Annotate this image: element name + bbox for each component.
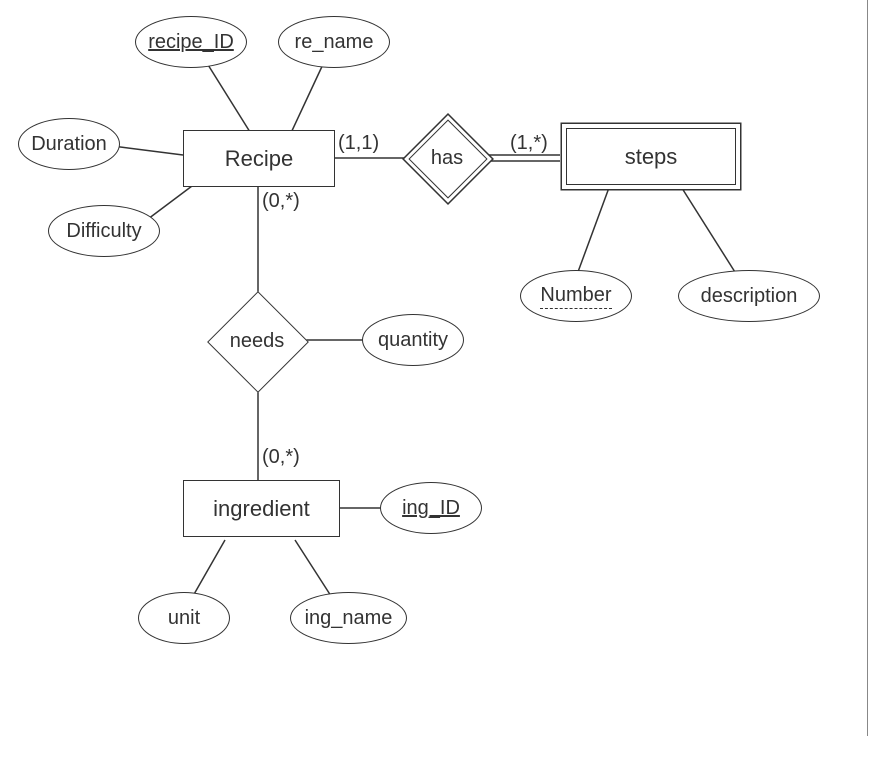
- entity-ingredient: ingredient: [183, 480, 340, 537]
- attr-unit-label: unit: [168, 607, 200, 630]
- card-recipe-has: (1,1): [338, 132, 379, 155]
- attr-recipe-id: recipe_ID: [135, 16, 247, 68]
- attr-unit: unit: [138, 592, 230, 644]
- attr-description-label: description: [701, 285, 798, 308]
- attr-number: Number: [520, 270, 632, 322]
- card-has-steps: (1,*): [510, 132, 548, 155]
- attr-duration: Duration: [18, 118, 120, 170]
- attr-description: description: [678, 270, 820, 322]
- attr-quantity-label: quantity: [378, 329, 448, 352]
- attr-ing-id-label: ing_ID: [402, 497, 460, 520]
- attr-quantity: quantity: [362, 314, 464, 366]
- attr-ing-name: ing_name: [290, 592, 407, 644]
- rel-has: has: [420, 131, 474, 185]
- attr-ing-name-label: ing_name: [305, 607, 393, 630]
- entity-recipe-label: Recipe: [225, 146, 293, 172]
- entity-ingredient-label: ingredient: [213, 496, 310, 522]
- rel-needs: needs: [222, 306, 292, 376]
- rel-has-label: has: [420, 131, 474, 185]
- attr-number-label: Number: [540, 284, 611, 309]
- card-recipe-needs: (0,*): [262, 190, 300, 213]
- card-needs-ingredient: (0,*): [262, 446, 300, 469]
- attr-re-name-label: re_name: [295, 31, 374, 54]
- entity-steps: steps: [566, 128, 736, 185]
- attr-ing-id: ing_ID: [380, 482, 482, 534]
- attr-difficulty: Difficulty: [48, 205, 160, 257]
- attr-re-name: re_name: [278, 16, 390, 68]
- page-right-rule: [867, 0, 868, 736]
- attr-recipe-id-label: recipe_ID: [148, 31, 234, 54]
- attr-duration-label: Duration: [31, 133, 107, 156]
- edges-layer: [0, 0, 870, 768]
- attr-difficulty-label: Difficulty: [66, 220, 141, 243]
- entity-steps-label: steps: [625, 144, 678, 170]
- entity-recipe: Recipe: [183, 130, 335, 187]
- er-diagram-canvas: recipe_ID re_name Duration Difficulty qu…: [0, 0, 870, 768]
- rel-needs-label: needs: [222, 306, 292, 376]
